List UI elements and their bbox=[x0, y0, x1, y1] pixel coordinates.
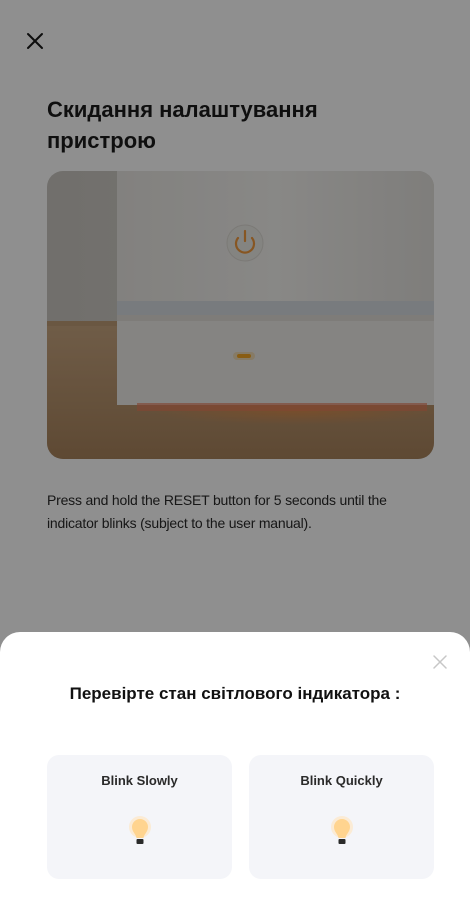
blink-quickly-option[interactable]: Blink Quickly bbox=[249, 755, 434, 879]
light-bulb-icon bbox=[128, 816, 151, 844]
close-icon[interactable] bbox=[430, 652, 450, 672]
light-bulb-icon bbox=[330, 816, 353, 844]
option-label: Blink Slowly bbox=[101, 773, 178, 788]
option-label: Blink Quickly bbox=[300, 773, 383, 788]
indicator-status-sheet: Перевірте стан світлового індикатора : B… bbox=[0, 632, 470, 906]
sheet-title: Перевірте стан світлового індикатора : bbox=[69, 684, 401, 703]
blink-slowly-option[interactable]: Blink Slowly bbox=[47, 755, 232, 879]
